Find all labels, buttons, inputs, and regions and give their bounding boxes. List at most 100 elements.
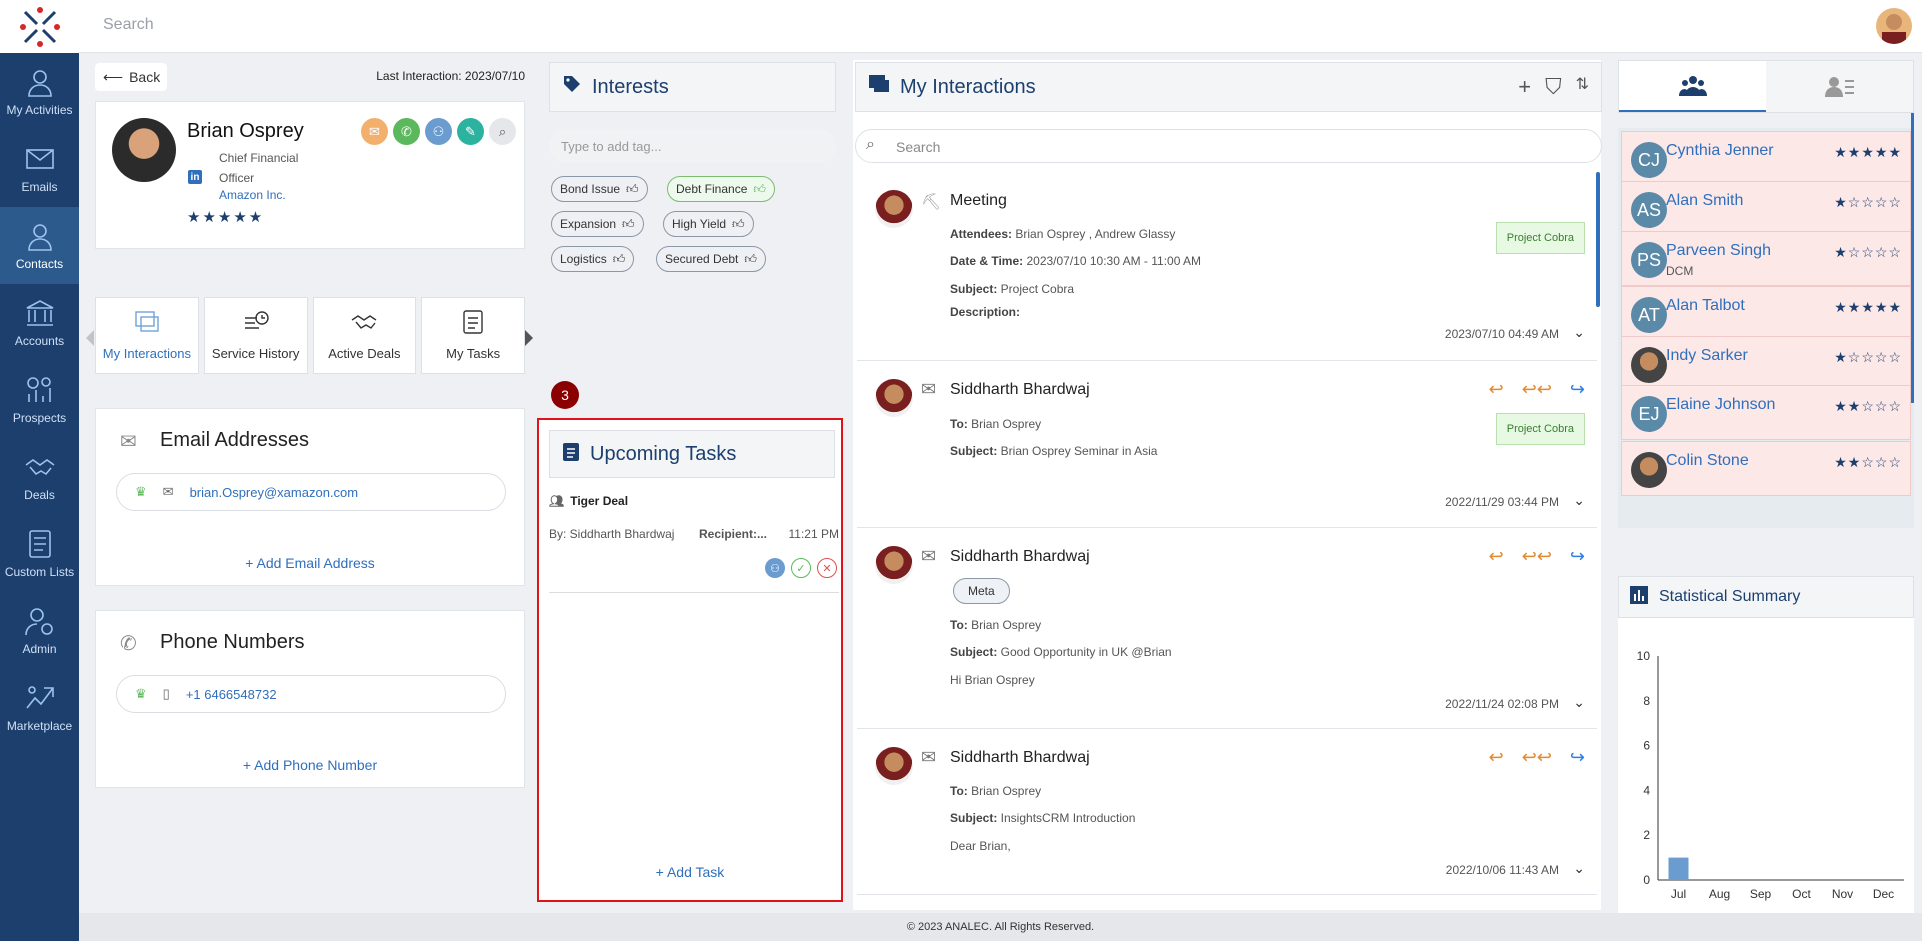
filter-icon[interactable]: ⛉ [1545, 74, 1562, 100]
tab-service-history[interactable]: Service History [203, 297, 308, 374]
project-tag[interactable]: Project Cobra [1495, 413, 1585, 445]
nav-item-emails[interactable]: Emails [0, 130, 79, 207]
interaction-item[interactable]: ✉ Siddharth Bhardwaj ↩ ↩↩ ↪ To: Brian Ospr… [857, 729, 1597, 895]
tabs-prev-arrow[interactable] [86, 330, 94, 346]
nav-item-marketplace[interactable]: Marketplace [0, 669, 79, 746]
contact-list-item[interactable]: AT Alan Talbot ★★★★★ [1621, 286, 1911, 341]
interactions-search-input[interactable]: Search [855, 129, 1602, 163]
bar[interactable] [1668, 857, 1689, 880]
y-tick-label: 4 [1643, 783, 1650, 797]
chevron-down-icon[interactable]: ⌄ [1573, 492, 1585, 509]
thumbs-up-icon[interactable]: 👍︎ [626, 182, 639, 197]
add-task-link[interactable]: + Add Task [539, 864, 841, 880]
meta-tag[interactable]: Meta [953, 578, 1010, 604]
nav-item-prospects[interactable]: Prospects [0, 361, 79, 438]
handshake-icon [25, 459, 54, 476]
tab-my-tasks[interactable]: My Tasks [421, 297, 525, 374]
tag-secured-debt[interactable]: Secured Debt 👍︎ [656, 246, 766, 272]
tag-input[interactable]: Type to add tag... [549, 129, 836, 163]
last-interaction: Last Interaction: 2023/07/10 [376, 69, 525, 83]
reply-all-icon[interactable]: ↩↩ [1522, 379, 1552, 400]
tag-expansion[interactable]: Expansion 👍︎ [551, 211, 644, 237]
tab-my-interactions[interactable]: My Interactions [95, 297, 199, 374]
interaction-item[interactable]: ✉ Siddharth Bhardwaj ↩ ↩↩ ↪ To: Brian Ospr… [857, 361, 1597, 528]
reply-icon[interactable]: ↩ [1489, 379, 1504, 400]
note-action-icon[interactable]: ✎ [457, 118, 484, 145]
assign-icon[interactable]: ⚇ [765, 558, 785, 578]
forward-icon[interactable]: ↪ [1570, 747, 1585, 768]
email-field[interactable]: ♛ ✉ brian.Osprey@xamazon.com [116, 473, 506, 511]
contact-name[interactable]: Alan Smith [1666, 192, 1743, 210]
sort-icon[interactable]: ⇅ [1576, 74, 1589, 100]
nav-item-deals[interactable]: Deals [0, 438, 79, 515]
email-value[interactable]: brian.Osprey@xamazon.com [190, 485, 359, 500]
contact-list-item[interactable]: Colin Stone ★★☆☆☆ [1621, 441, 1911, 496]
tag-logistics[interactable]: Logistics 👍︎ [551, 246, 635, 272]
stats-title: Statistical Summary [1659, 588, 1801, 605]
contact-company[interactable]: Amazon Inc. [219, 188, 286, 202]
interaction-item[interactable]: ✉ Siddharth Bhardwaj ↩ ↩↩ ↪ Meta To: Brian… [857, 528, 1597, 729]
reply-icon[interactable]: ↩ [1489, 747, 1504, 768]
contact-name[interactable]: Parveen Singh [1666, 242, 1771, 260]
contact-list-item[interactable]: CJ Cynthia Jenner ★★★★★ [1621, 131, 1911, 186]
chevron-down-icon[interactable]: ⌄ [1573, 860, 1585, 877]
complete-icon[interactable]: ✓ [791, 558, 811, 578]
cancel-icon[interactable]: ✕ [817, 558, 837, 578]
contact-name[interactable]: Colin Stone [1666, 452, 1749, 470]
nav-item-admin[interactable]: Admin [0, 592, 79, 669]
forward-icon[interactable]: ↪ [1570, 546, 1585, 567]
add-email-link[interactable]: + Add Email Address [96, 555, 524, 571]
chevron-down-icon[interactable]: ⌄ [1573, 324, 1585, 341]
field-label: Subject: [950, 811, 998, 825]
contact-list-item[interactable]: Indy Sarker ★☆☆☆☆ [1621, 336, 1911, 391]
forward-icon[interactable]: ↪ [1570, 379, 1585, 400]
contact-name[interactable]: Elaine Johnson [1666, 396, 1775, 414]
phone-field[interactable]: ♛ ▯ +1 6466548732 [116, 675, 506, 713]
contact-name[interactable]: Alan Talbot [1666, 297, 1745, 315]
contact-name[interactable]: Indy Sarker [1666, 347, 1748, 365]
chevron-down-icon[interactable]: ⌄ [1573, 694, 1585, 711]
add-icon[interactable]: + [1518, 74, 1531, 100]
tab-active-deals[interactable]: Active Deals [312, 297, 417, 374]
contact-rating: ★★★★★ [187, 209, 265, 226]
interaction-item[interactable]: ⛏︎ Meeting Attendees: Brian Osprey , And… [857, 172, 1597, 361]
task-item[interactable]: 👥︎ Tiger Deal [549, 494, 628, 508]
search-icon[interactable]: ⌕ [489, 118, 516, 145]
email-action-icon[interactable]: ✉ [361, 118, 388, 145]
contacts-scrollbar[interactable] [1911, 113, 1914, 403]
nav-item-accounts[interactable]: Accounts [0, 284, 79, 361]
project-tag[interactable]: Project Cobra [1495, 222, 1585, 254]
back-button[interactable]: ⟵ Back [95, 63, 167, 91]
tag-debt-finance[interactable]: Debt Finance 👍︎ [667, 176, 775, 202]
tag-high-yield[interactable]: High Yield 👍︎ [663, 211, 754, 237]
tag-bond-issue[interactable]: Bond Issue 👍︎ [551, 176, 648, 202]
tab-contact-details[interactable] [1766, 61, 1913, 112]
reply-icon[interactable]: ↩ [1489, 546, 1504, 567]
thumbs-up-icon[interactable]: 👍︎ [622, 217, 635, 232]
call-action-icon[interactable]: ✆ [393, 118, 420, 145]
phone-value[interactable]: +1 6466548732 [186, 687, 277, 702]
user-avatar[interactable] [1876, 8, 1912, 44]
interaction-title: Siddharth Bhardwaj [950, 381, 1090, 398]
thumbs-up-icon[interactable]: 👍︎ [732, 217, 745, 232]
meeting-action-icon[interactable]: ⚇ [425, 118, 452, 145]
tab-related-contacts[interactable] [1619, 61, 1766, 112]
global-search-input[interactable]: Search [103, 16, 154, 34]
add-phone-link[interactable]: + Add Phone Number [96, 757, 524, 773]
contact-list-item[interactable]: AS Alan Smith ★☆☆☆☆ [1621, 181, 1911, 236]
nav-item-contacts[interactable]: Contacts [0, 207, 79, 284]
reply-all-icon[interactable]: ↩↩ [1522, 747, 1552, 768]
thumbs-up-icon[interactable]: 👍︎ [613, 252, 626, 267]
linkedin-icon[interactable]: in [188, 170, 202, 184]
contact-name[interactable]: Cynthia Jenner [1666, 142, 1774, 160]
thumbs-up-icon[interactable]: 👍︎ [744, 252, 757, 267]
contact-list-item[interactable]: PS Parveen Singh DCM ★☆☆☆☆ [1621, 231, 1911, 286]
nav-item-my-activities[interactable]: My Activities [0, 53, 79, 130]
contact-list-item[interactable]: EJ Elaine Johnson ★★☆☆☆ [1621, 385, 1911, 440]
app-logo[interactable] [0, 0, 79, 53]
reply-all-icon[interactable]: ↩↩ [1522, 546, 1552, 567]
tabs-next-arrow[interactable] [525, 330, 533, 346]
x-tick-label: Aug [1709, 887, 1730, 901]
nav-item-custom-lists[interactable]: Custom Lists [0, 515, 79, 592]
thumbs-up-icon[interactable]: 👍︎ [753, 182, 766, 197]
